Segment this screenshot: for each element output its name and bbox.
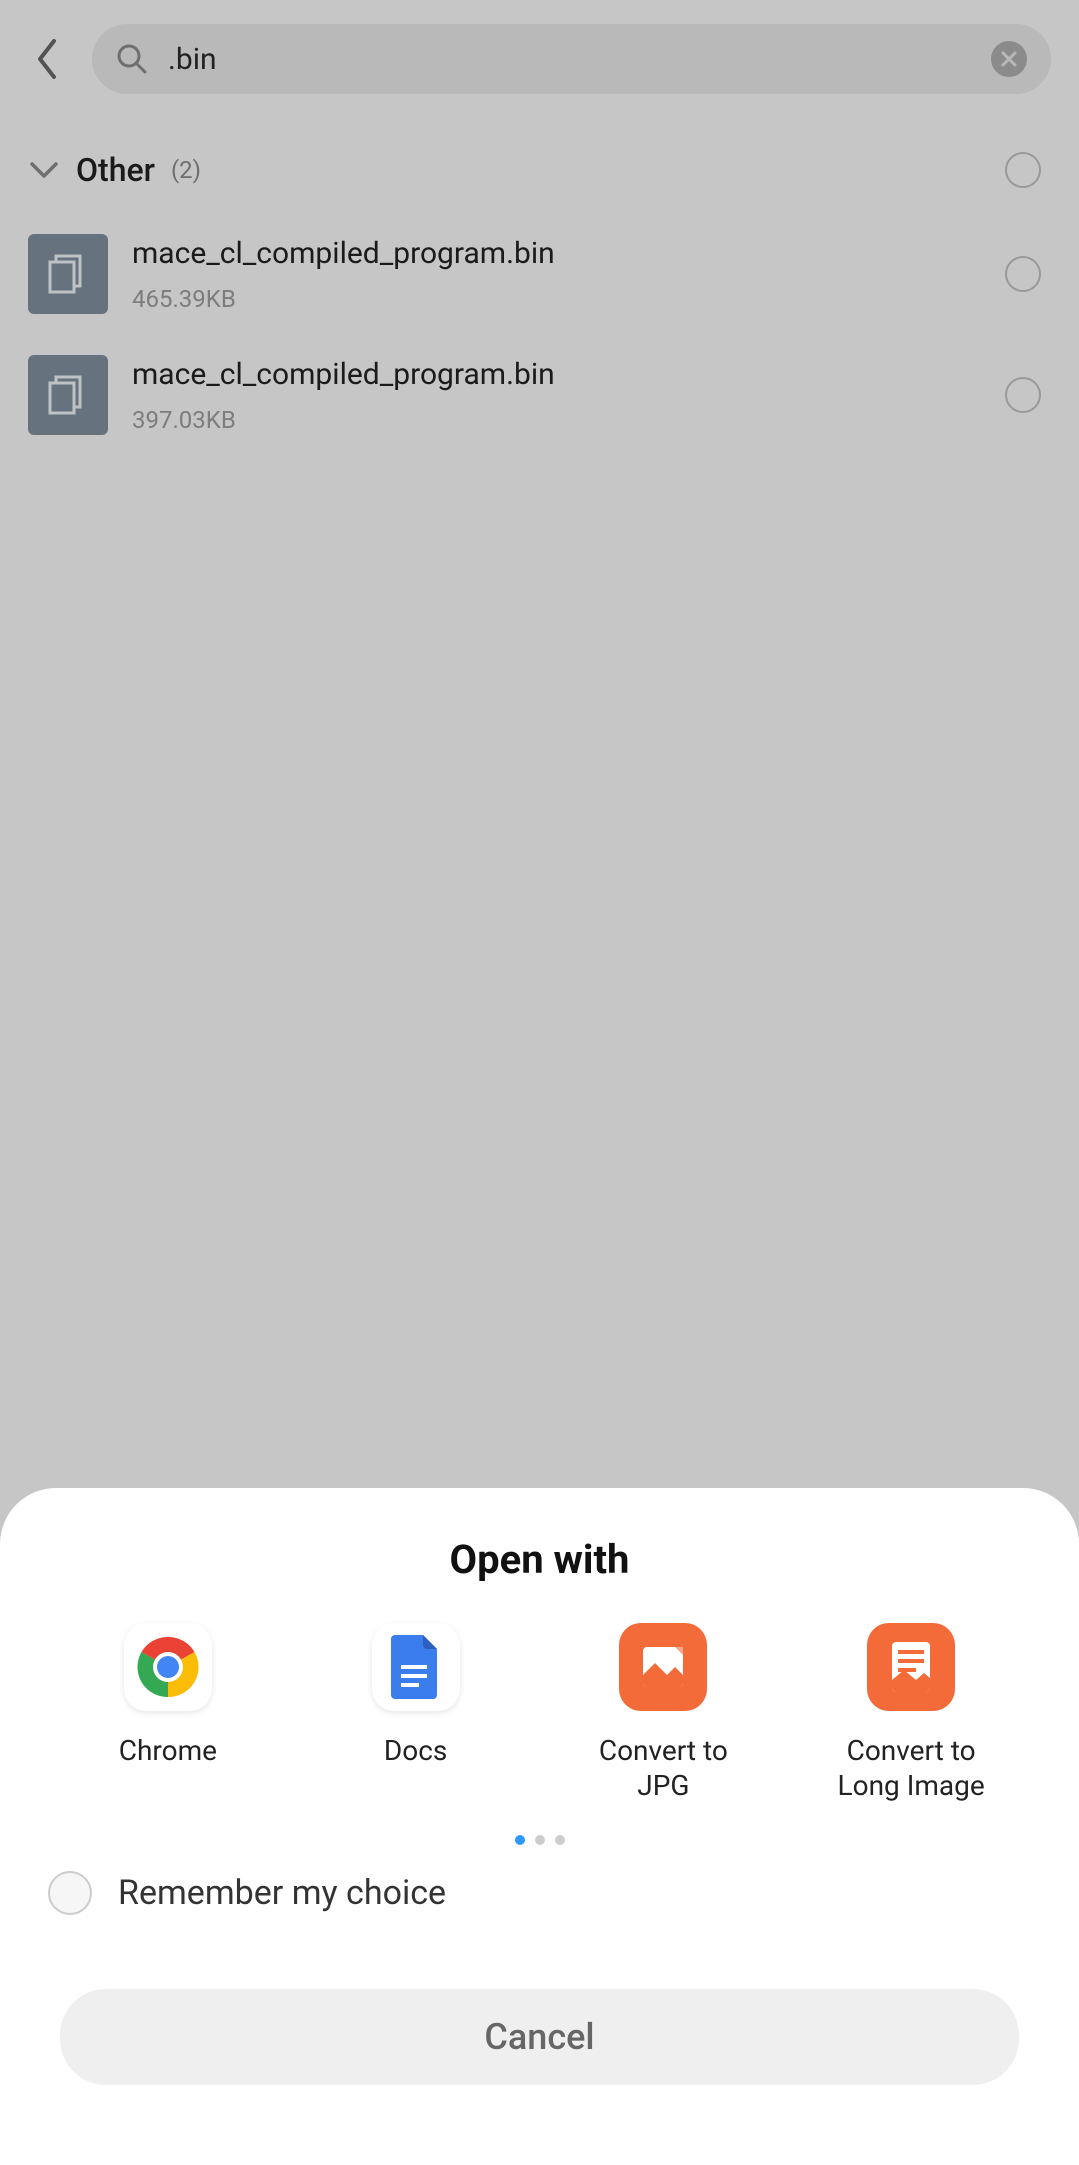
remember-label: Remember my choice bbox=[118, 1873, 446, 1913]
app-label: Chrome bbox=[119, 1733, 217, 1768]
app-option-docs[interactable]: Docs bbox=[326, 1623, 506, 1803]
docs-icon bbox=[372, 1623, 460, 1711]
convert-jpg-icon bbox=[619, 1623, 707, 1711]
page-dot[interactable] bbox=[555, 1835, 565, 1845]
remember-choice-row[interactable]: Remember my choice bbox=[0, 1853, 1079, 1933]
page-dot[interactable] bbox=[535, 1835, 545, 1845]
apps-row: Chrome Docs Co bbox=[0, 1623, 1079, 1803]
app-label: Convert to Long Image bbox=[821, 1733, 1001, 1803]
chrome-icon bbox=[124, 1623, 212, 1711]
app-label: Docs bbox=[384, 1733, 447, 1768]
sheet-title: Open with bbox=[0, 1536, 1079, 1583]
remember-checkbox[interactable] bbox=[48, 1871, 92, 1915]
open-with-sheet: Open with Chrome bbox=[0, 1488, 1079, 2165]
page-dot[interactable] bbox=[515, 1835, 525, 1845]
cancel-button[interactable]: Cancel bbox=[60, 1989, 1019, 2085]
cancel-label: Cancel bbox=[484, 2016, 594, 2058]
app-option-chrome[interactable]: Chrome bbox=[78, 1623, 258, 1803]
convert-long-image-icon bbox=[867, 1623, 955, 1711]
app-option-convert-long-image[interactable]: Convert to Long Image bbox=[821, 1623, 1001, 1803]
app-option-convert-jpg[interactable]: Convert to JPG bbox=[573, 1623, 753, 1803]
app-label: Convert to JPG bbox=[573, 1733, 753, 1803]
page-indicator bbox=[0, 1835, 1079, 1845]
